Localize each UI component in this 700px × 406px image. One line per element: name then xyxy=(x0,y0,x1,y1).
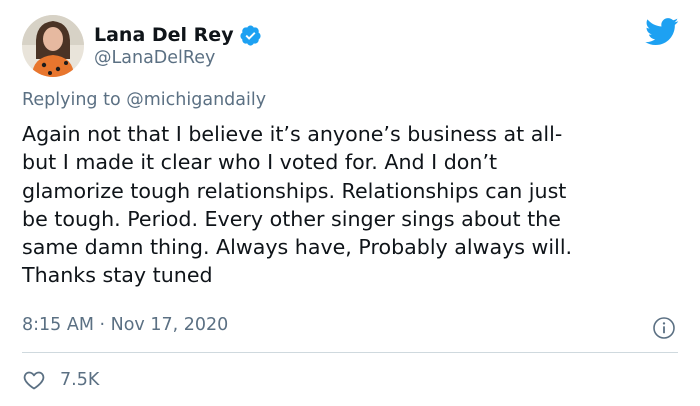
tweet-card: Lana Del Rey @LanaDelRey Replying to @mi… xyxy=(0,0,700,406)
tweet-text-line: same damn thing. Always have, Probably a… xyxy=(22,235,573,260)
author-handle[interactable]: @LanaDelRey xyxy=(94,48,215,68)
author-display-name[interactable]: Lana Del Rey xyxy=(94,24,234,46)
tweet-text-line: glamorize tough relationships. Relations… xyxy=(22,178,567,203)
tweet-text-line: Thanks stay tuned xyxy=(22,263,213,288)
info-icon[interactable] xyxy=(652,316,676,340)
tweet-text: Again not that I believe it’s anyone’s b… xyxy=(22,120,682,290)
avatar-image xyxy=(22,15,84,77)
divider xyxy=(22,352,678,353)
tweet-timestamp[interactable]: 8:15 AM · Nov 17, 2020 xyxy=(22,315,228,335)
twitter-bird-icon[interactable] xyxy=(645,18,679,46)
reply-mention-link[interactable]: @michigandaily xyxy=(126,90,266,110)
tweet-text-line: but I made it clear who I voted for. And… xyxy=(22,150,498,175)
tweet-text-line: be tough. Period. Every other singer sin… xyxy=(22,206,561,231)
verified-badge-icon xyxy=(239,24,262,47)
reply-context: Replying to @michigandaily xyxy=(22,90,266,110)
tweet-text-line: Again not that I believe it’s anyone’s b… xyxy=(22,122,563,146)
reply-prefix: Replying to xyxy=(22,90,121,110)
avatar[interactable] xyxy=(22,15,84,77)
like-count: 7.5K xyxy=(60,370,100,390)
heart-icon[interactable] xyxy=(22,368,46,392)
like-action[interactable]: 7.5K xyxy=(22,366,99,394)
author-name-row[interactable]: Lana Del Rey xyxy=(94,22,262,48)
